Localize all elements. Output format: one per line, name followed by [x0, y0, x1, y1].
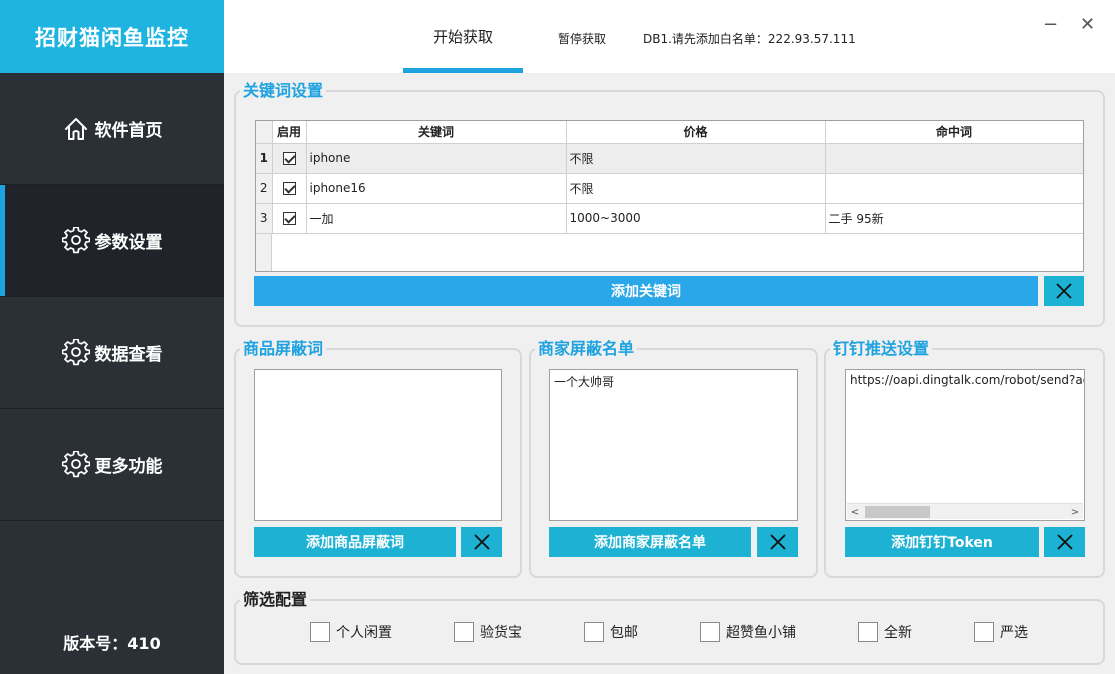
filter-label: 验货宝 — [480, 625, 522, 641]
sidebar-item-label: 数据查看 — [94, 345, 163, 365]
row-header-filler — [256, 234, 272, 271]
delete-seller-block-button[interactable] — [757, 527, 798, 557]
scrollbar-thumb[interactable] — [865, 506, 930, 518]
enabled-checkbox[interactable] — [282, 212, 296, 225]
add-dingtalk-token-button[interactable]: 添加钉钉Token — [845, 527, 1039, 557]
dingtalk-url-text: https://oapi.dingtalk.com/robot/send?acc… — [850, 373, 1085, 387]
keyword-settings-group: 关键词设置 启用 关键词 价格 命中词 1 iphone 不限 2 iphone… — [234, 81, 1105, 327]
close-icon — [769, 534, 786, 550]
column-header-hit-words[interactable]: 命中词 — [825, 121, 1083, 144]
price-cell[interactable]: 不限 — [566, 173, 826, 204]
table-header-row: 启用 关键词 价格 命中词 — [256, 121, 1083, 144]
keyword-cell[interactable]: iphone16 — [306, 173, 567, 204]
close-icon — [1056, 534, 1073, 550]
close-icon — [473, 534, 490, 550]
top-bar: 开始获取 暂停获取 DB1.请先添加白名单：222.93.57.111 − ✕ — [224, 0, 1115, 73]
table-row[interactable]: 3 一加 1000~3000 二手 95新 — [256, 203, 1083, 234]
filter-inspection[interactable]: 验货宝 — [454, 622, 522, 642]
column-header-keyword[interactable]: 关键词 — [306, 121, 567, 144]
filter-personal-idle[interactable]: 个人闲置 — [310, 622, 392, 642]
table-row[interactable]: 2 iphone16 不限 — [256, 173, 1083, 204]
version-label: 版本号：410 — [63, 634, 161, 653]
filter-free-shipping[interactable]: 包邮 — [584, 622, 638, 642]
row-number-header — [256, 121, 273, 144]
group-title: 筛选配置 — [240, 590, 311, 610]
keyword-cell[interactable]: iphone — [306, 143, 567, 174]
close-button[interactable]: ✕ — [1080, 14, 1095, 35]
filter-label: 个人闲置 — [336, 625, 392, 641]
close-icon — [1056, 283, 1072, 299]
column-header-enabled[interactable]: 启用 — [272, 121, 307, 144]
status-text: DB1.请先添加白名单：222.93.57.111 — [643, 32, 856, 46]
group-title: 钉钉推送设置 — [830, 339, 933, 359]
add-keyword-button[interactable]: 添加关键词 — [254, 276, 1038, 306]
hit-words-cell[interactable] — [825, 173, 1083, 204]
filter-checkbox[interactable] — [310, 622, 330, 642]
row-number: 3 — [256, 203, 273, 234]
price-cell[interactable]: 1000~3000 — [566, 203, 826, 234]
app-title: 招财猫闲鱼监控 — [0, 0, 224, 73]
delete-keyword-button[interactable] — [1044, 276, 1084, 306]
home-icon — [64, 117, 87, 140]
enabled-cell[interactable] — [272, 203, 307, 234]
filter-checkbox[interactable] — [974, 622, 994, 642]
gear-icon — [61, 226, 90, 253]
hit-words-cell[interactable] — [825, 143, 1083, 174]
hit-words-cell[interactable]: 二手 95新 — [825, 203, 1083, 234]
group-title: 关键词设置 — [240, 81, 327, 101]
keyword-cell[interactable]: 一加 — [306, 203, 567, 234]
sidebar-item-label: 参数设置 — [94, 233, 163, 253]
sidebar-item-data[interactable]: 数据查看 — [0, 297, 224, 409]
filter-strict-selection[interactable]: 严选 — [974, 622, 1028, 642]
delete-product-block-button[interactable] — [461, 527, 502, 557]
dingtalk-url-textarea[interactable]: https://oapi.dingtalk.com/robot/send?acc… — [845, 369, 1085, 521]
price-cell[interactable]: 不限 — [566, 143, 826, 174]
scroll-left-icon[interactable]: < — [847, 504, 863, 520]
dingtalk-settings-group: 钉钉推送设置 https://oapi.dingtalk.com/robot/s… — [824, 339, 1105, 578]
filter-label: 包邮 — [610, 625, 638, 641]
sidebar-item-more[interactable]: 更多功能 — [0, 409, 224, 521]
row-number: 2 — [256, 173, 273, 204]
horizontal-scrollbar[interactable]: < > — [847, 503, 1083, 519]
sidebar-item-home[interactable]: 软件首页 — [0, 73, 224, 185]
tab-start-fetch[interactable]: 开始获取 — [403, 0, 523, 73]
row-number: 1 — [256, 143, 273, 174]
enabled-checkbox[interactable] — [282, 152, 296, 165]
scroll-right-icon[interactable]: > — [1067, 504, 1083, 520]
seller-block-group: 商家屏蔽名单 一个大帅哥 添加商家屏蔽名单 — [529, 339, 818, 578]
column-header-price[interactable]: 价格 — [566, 121, 826, 144]
enabled-checkbox[interactable] — [282, 182, 296, 195]
keyword-table: 启用 关键词 价格 命中词 1 iphone 不限 2 iphone16 不限 … — [255, 120, 1084, 272]
sidebar-item-settings[interactable]: 参数设置 — [0, 185, 224, 297]
add-product-block-button[interactable]: 添加商品屏蔽词 — [254, 527, 456, 557]
sidebar-item-label: 软件首页 — [94, 121, 163, 141]
filter-checkbox[interactable] — [700, 622, 720, 642]
group-title: 商品屏蔽词 — [240, 339, 327, 359]
filter-checkbox[interactable] — [858, 622, 878, 642]
gear-icon — [61, 338, 90, 365]
filter-config-group: 筛选配置 个人闲置 验货宝 包邮 超赞鱼小铺 全新 严选 — [234, 590, 1105, 665]
enabled-cell[interactable] — [272, 173, 307, 204]
filter-checkbox[interactable] — [584, 622, 604, 642]
enabled-cell[interactable] — [272, 143, 307, 174]
product-block-group: 商品屏蔽词 添加商品屏蔽词 — [234, 339, 522, 578]
seller-block-textarea[interactable]: 一个大帅哥 — [549, 369, 798, 521]
product-block-textarea[interactable] — [254, 369, 502, 521]
filter-super-shop[interactable]: 超赞鱼小铺 — [700, 622, 796, 642]
filter-label: 超赞鱼小铺 — [726, 625, 796, 641]
filter-label: 全新 — [884, 625, 912, 641]
add-seller-block-button[interactable]: 添加商家屏蔽名单 — [549, 527, 751, 557]
filter-label: 严选 — [1000, 625, 1028, 641]
filter-checkbox[interactable] — [454, 622, 474, 642]
delete-dingtalk-token-button[interactable] — [1044, 527, 1085, 557]
gear-icon — [61, 450, 90, 477]
table-row[interactable]: 1 iphone 不限 — [256, 143, 1083, 174]
tab-pause-fetch[interactable]: 暂停获取 — [558, 30, 606, 47]
filter-brand-new[interactable]: 全新 — [858, 622, 912, 642]
sidebar-item-label: 更多功能 — [94, 457, 163, 477]
minimize-button[interactable]: − — [1043, 14, 1058, 35]
group-title: 商家屏蔽名单 — [535, 339, 638, 359]
sidebar: 招财猫闲鱼监控 软件首页 参数设置 数据查看 更多功能 版本号：410 — [0, 0, 224, 674]
